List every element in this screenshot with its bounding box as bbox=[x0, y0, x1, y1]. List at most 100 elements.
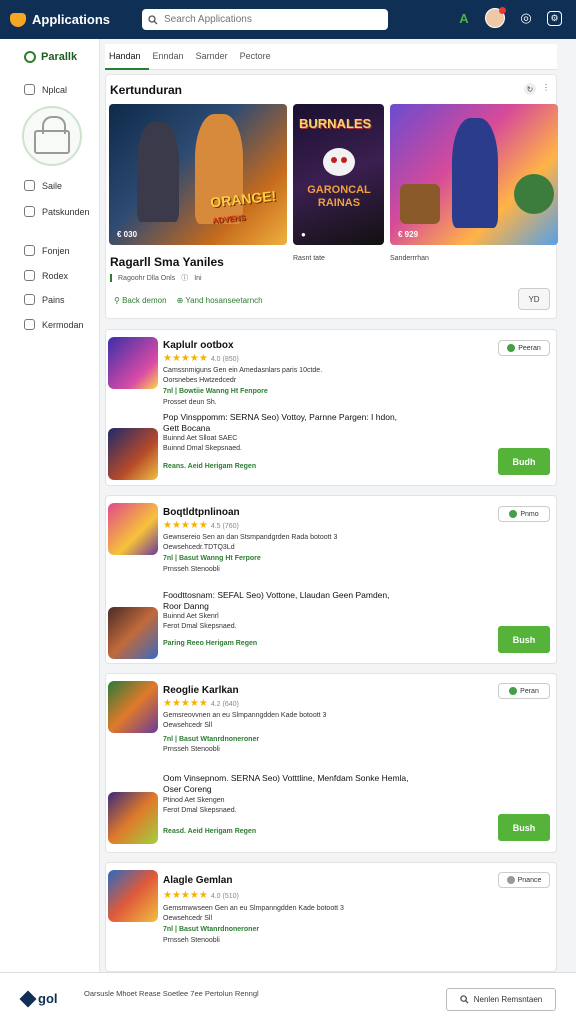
star-rating: ★★★★★ 4.5 (760) bbox=[163, 520, 239, 531]
sidebar-item-label: Nplcal bbox=[42, 84, 68, 95]
sidebar-item-label: Pains bbox=[42, 294, 65, 305]
app-icon[interactable] bbox=[108, 870, 158, 922]
avatar[interactable] bbox=[485, 7, 506, 28]
star-rating: ★★★★★ 4.0 (850) bbox=[163, 353, 239, 364]
tab-enndan[interactable]: Enndan bbox=[149, 44, 192, 70]
tab-handan[interactable]: Handan bbox=[105, 44, 149, 70]
app-logo[interactable]: Applications bbox=[10, 12, 140, 27]
app-description: Roor Danng bbox=[163, 601, 209, 611]
app-card: Reoglie Karlkan ★★★★★ 4.2 (640) Gemsreovv… bbox=[105, 673, 557, 853]
app-description: Oser Coreng bbox=[163, 784, 212, 794]
status-badge[interactable]: Pnance bbox=[498, 872, 550, 888]
install-button[interactable]: Bush bbox=[498, 814, 550, 841]
refresh-icon bbox=[24, 270, 35, 281]
logo-icon bbox=[19, 990, 37, 1007]
featured-title: Kertunduran bbox=[110, 83, 182, 97]
app-line: Oewsehcedr.TDTQ3Ld bbox=[163, 544, 235, 551]
tag-icon bbox=[24, 294, 35, 305]
app-line: Oewsehcedr Sll bbox=[163, 915, 213, 922]
app-link[interactable]: Reasd. Aeid Herigam Regen bbox=[163, 828, 256, 835]
featured-sub-center: Rasnt tate bbox=[293, 255, 325, 262]
app-line: Gemsmwwseen Gen an eu Slmpanngdden Kade … bbox=[163, 905, 344, 912]
clock-icon bbox=[24, 180, 35, 191]
footer-links[interactable]: Oarsusle Mhoet Rease Soetlee 7ee Pertolu… bbox=[84, 989, 274, 999]
app-line: Prnsseh Stenoobli bbox=[163, 746, 220, 753]
lock-icon bbox=[34, 116, 70, 154]
app-icon[interactable] bbox=[108, 337, 158, 389]
app-line: 7nl | Bowtiie Wanng Ht Fenpore bbox=[163, 388, 268, 395]
gear-icon bbox=[24, 319, 35, 330]
featured-action-button[interactable]: YD bbox=[518, 288, 550, 310]
tab-pectore[interactable]: Pectore bbox=[236, 44, 279, 70]
banner-dot: ● bbox=[301, 230, 306, 239]
headset-icon[interactable]: ◎ bbox=[517, 9, 535, 27]
logo-icon bbox=[10, 12, 26, 27]
footer-logo[interactable]: gol bbox=[19, 990, 58, 1007]
app-link[interactable]: Reans. Aeid Herigam Regen bbox=[163, 463, 256, 470]
sidebar-item-label: Patskunden bbox=[42, 206, 90, 217]
app-icon[interactable] bbox=[108, 607, 158, 659]
app-name: Boqtldtpnlinoan bbox=[163, 507, 240, 518]
sidebar-item-kermodan[interactable]: Kermodan bbox=[24, 319, 84, 330]
app-card: Alagle Gemlan ★★★★★ 4.0 (510) Gemsmwwseen… bbox=[105, 862, 557, 972]
settings-icon[interactable]: ⚙ bbox=[547, 10, 562, 26]
app-line: Buinnd Aet Slloat SAEC bbox=[163, 435, 238, 442]
app-title: Applications bbox=[32, 12, 111, 27]
sidebar-item-pains[interactable]: Pains bbox=[24, 294, 65, 305]
featured-banner-2[interactable]: BURNALES GARONCAL RAINAS ● bbox=[293, 104, 384, 245]
app-line: Prnsseh Stenoobli bbox=[163, 937, 220, 944]
app-line: Gemsreovvnen an eu Slmpanngdden Kade bot… bbox=[163, 712, 327, 719]
app-line: Ferot Dmal Skepsnaed. bbox=[163, 807, 237, 814]
chart-icon bbox=[24, 245, 35, 256]
app-icon[interactable] bbox=[108, 681, 158, 733]
more-icon[interactable]: ⋮ bbox=[542, 83, 550, 95]
sidebar-item-fonjen[interactable]: Fonjen bbox=[24, 245, 70, 256]
banner-price: € 030 bbox=[117, 230, 138, 239]
tab-bar: Handan Enndan Sarnder Pectore bbox=[105, 44, 557, 70]
status-badge[interactable]: Peeran bbox=[498, 340, 550, 356]
store-icon[interactable]: A bbox=[455, 9, 473, 27]
app-icon[interactable] bbox=[108, 428, 158, 480]
app-line: Ferot Dmal Skepsnaed. bbox=[163, 623, 237, 630]
status-badge[interactable]: Pnmo bbox=[498, 506, 550, 522]
app-description: Pop Vinsppomm: SERNA Seo) Vottoy, Parnne… bbox=[163, 412, 398, 422]
app-description: Foodttosnam: SEFAL Seo) Vottone, Llaudan… bbox=[163, 590, 390, 600]
app-link[interactable]: Paring Reeo Herigam Regen bbox=[163, 640, 257, 647]
tab-sarnder[interactable]: Sarnder bbox=[192, 44, 236, 70]
app-name: Alagle Gemlan bbox=[163, 875, 233, 886]
sidebar-item-nplcal[interactable]: Nplcal bbox=[24, 84, 67, 95]
featured-banner-1[interactable]: ORANGE! ADVENS € 030 bbox=[109, 104, 287, 245]
featured-name: Ragarll Sma Yaniles bbox=[110, 255, 224, 269]
notification-dot bbox=[499, 7, 506, 14]
app-icon[interactable] bbox=[108, 792, 158, 844]
sidebar-brand[interactable]: Parallk bbox=[0, 39, 99, 63]
app-line: Camssnmiguns Gen ein Amedasnlars paris 1… bbox=[163, 367, 323, 374]
refresh-icon[interactable]: ↻ bbox=[524, 83, 536, 95]
app-line: Gewnsereio Sen an dan Stsmpandgrden Rada… bbox=[163, 534, 338, 541]
app-name: Reoglie Karlkan bbox=[163, 685, 239, 696]
app-card: Kaplulr ootbox ★★★★★ 4.0 (850) Camssnmigu… bbox=[105, 329, 557, 486]
brand-icon bbox=[24, 51, 36, 63]
featured-banner-3[interactable]: € 929 bbox=[390, 104, 558, 245]
install-button[interactable]: Bush bbox=[498, 626, 550, 653]
sidebar-item-patskunden[interactable]: Patskunden bbox=[24, 206, 90, 217]
sidebar-item-saile[interactable]: Saile bbox=[24, 180, 62, 191]
sidebar: Parallk Nplcal Saile Patskunden Fonjen R… bbox=[0, 39, 100, 972]
banner-subtitle: GARONCAL RAINAS bbox=[307, 184, 371, 209]
status-badge[interactable]: Peran bbox=[498, 683, 550, 699]
back-demon-link[interactable]: ⚲ Back demon bbox=[114, 296, 167, 305]
app-description: Gett Bocana bbox=[163, 423, 211, 433]
app-line: 7nl | Basut Wanng Ht Ferpore bbox=[163, 555, 261, 562]
search-bar[interactable] bbox=[142, 9, 388, 30]
search-input[interactable] bbox=[164, 14, 374, 25]
footer-search-button[interactable]: Nenlen Remsntaen bbox=[446, 988, 556, 1011]
app-line: Buinnd Dmal Skepsnaed. bbox=[163, 445, 242, 452]
install-button[interactable]: Budh bbox=[498, 448, 550, 475]
sidebar-item-rodex[interactable]: Rodex bbox=[24, 270, 68, 281]
sidebar-item-label: Rodex bbox=[42, 270, 69, 281]
search-icon bbox=[148, 14, 158, 24]
app-icon[interactable] bbox=[108, 503, 158, 555]
yand-link[interactable]: ⊕ Yand hosanseetarnch bbox=[177, 296, 263, 305]
app-line: 7nl | Basut Wtanrdnoneroner bbox=[163, 926, 260, 933]
sidebar-item-label: Fonjen bbox=[42, 245, 70, 256]
